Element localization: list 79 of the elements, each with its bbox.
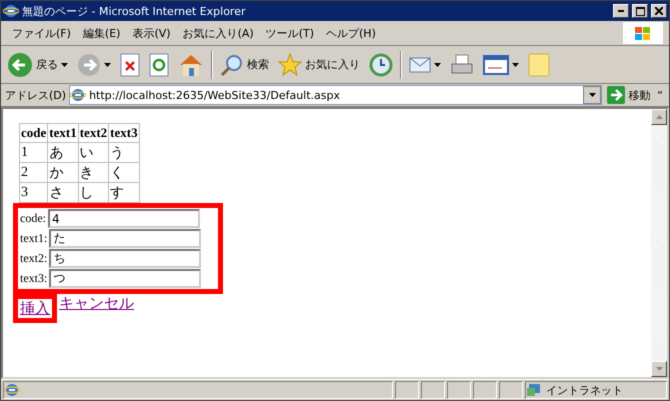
page-icon [4,382,20,398]
close-button[interactable] [651,4,667,18]
table-cell: く [108,162,140,182]
status-slot [499,381,523,399]
field-label: text3: [20,271,48,286]
browser-icon [3,3,19,19]
dropdown-button[interactable] [583,86,602,104]
window-icon [483,54,509,76]
field-label: text1: [20,231,48,246]
caret-icon [61,62,68,66]
address-label: アドレス(D) [5,88,66,102]
status-slot [421,381,445,399]
table-cell: 1 [20,142,48,162]
scroll-down-button[interactable] [651,361,667,377]
input-field[interactable]: 4 [48,209,200,228]
house-icon [178,52,204,76]
note-icon [528,52,550,76]
printer-icon [450,52,474,76]
search-icon [220,52,244,76]
close-icon [655,7,663,15]
status-slot [447,381,471,399]
back-button[interactable]: 戻る [5,52,70,78]
menu-item[interactable]: ファイル(F) [7,24,76,42]
maximize-button[interactable] [632,4,648,18]
flag-logo [623,22,663,44]
star-icon [278,52,302,76]
clock-icon [369,52,393,76]
status-slot [473,381,497,399]
window-title: 無題のページ - Microsoft Internet Explorer [22,4,246,18]
input-field[interactable]: つ [49,269,202,288]
input-field[interactable]: ち [49,249,202,268]
caret-icon [434,62,441,66]
caret-icon [512,62,519,66]
menu-item[interactable]: お気に入り(A) [178,24,259,42]
table-cell: あ [48,142,78,162]
scroll-up-button[interactable] [651,109,667,125]
minimize-button[interactable] [613,4,629,18]
table-cell: う [108,142,140,162]
address-field[interactable]: http://localhost:2635/WebSite33/Default.aspx [69,85,602,105]
column-header: text2 [78,124,109,142]
cancel-link[interactable]: キャンセル [57,294,134,313]
go-button[interactable]: 移動 [605,86,652,104]
menu-item[interactable]: ツール(T) [260,24,319,42]
menu-item[interactable]: 表示(V) [127,24,176,42]
caret-icon [588,93,596,97]
down-arrow-icon [656,367,662,371]
stop-icon [120,52,140,76]
history-button[interactable] [367,52,395,76]
scrollbar[interactable] [651,109,667,377]
caret-icon [104,62,111,66]
maximize-icon [636,6,644,16]
minimize-icon [618,10,624,12]
field-label: text2: [20,251,48,266]
envelope-icon [409,56,431,72]
right-arrow-icon [607,86,626,104]
table-cell: い [78,142,109,162]
zone-label: イントラネット [546,382,623,398]
network-icon [526,382,542,398]
favorites-button[interactable]: お気に入り [276,52,362,76]
menu-item[interactable]: ヘルプ(H) [321,24,381,42]
menu-item[interactable]: 編集(E) [78,24,126,42]
table-cell: か [48,162,78,182]
page-icon [70,87,86,103]
links-button[interactable]: “ [655,88,665,102]
status-slot [395,381,419,399]
up-arrow-icon [656,115,662,119]
column-header: code [20,124,48,142]
field-label: code: [20,211,46,226]
column-header: text1 [48,124,78,142]
mail-button[interactable] [407,56,443,72]
table-cell: 2 [20,162,48,182]
insert-link[interactable]: 挿入 [13,294,57,323]
table-cell: き [78,162,109,182]
edit-button[interactable] [481,54,521,76]
stop-button[interactable] [118,52,142,76]
column-header: text3 [108,124,140,142]
input-field[interactable]: た [49,229,202,248]
search-button[interactable]: 検索 [218,52,271,76]
refresh-button[interactable] [147,52,171,76]
